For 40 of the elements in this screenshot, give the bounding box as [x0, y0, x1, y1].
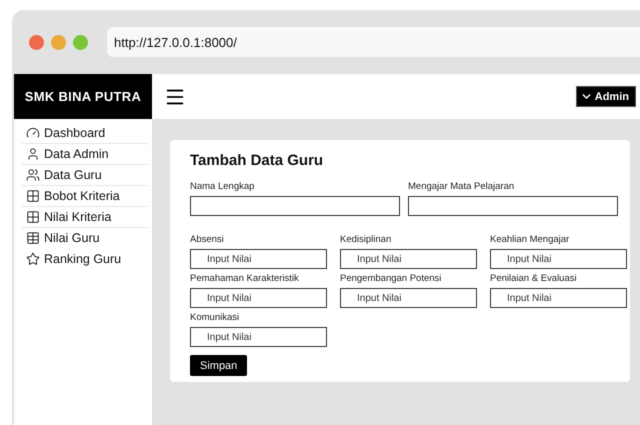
field-label: Nama Lengkap: [190, 181, 256, 192]
table-icon: [26, 231, 40, 245]
sidebar-item[interactable]: Ranking Guru: [22, 249, 148, 270]
input-field[interactable]: [190, 196, 400, 216]
field-label: Pemahaman Karakteristik: [190, 273, 300, 284]
input-field[interactable]: Input Nilai: [340, 249, 477, 269]
field-label: Mengajar Mata Pelajaran: [408, 181, 516, 192]
grid-icon: [26, 210, 40, 224]
field-label: Keahlian Mengajar: [490, 234, 570, 245]
field-label: Komunikasi: [190, 312, 240, 323]
grid-icon: [26, 189, 40, 203]
close-dot[interactable]: [29, 34, 44, 50]
input-field[interactable]: Input Nilai: [190, 327, 327, 347]
input-field[interactable]: Input Nilai: [490, 249, 627, 269]
input-field[interactable]: [408, 196, 618, 216]
admin-button[interactable]: Admin: [576, 86, 636, 107]
gauge-icon: [26, 126, 40, 140]
input-field[interactable]: Input Nilai: [190, 288, 327, 308]
maximize-dot[interactable]: [73, 34, 88, 50]
star-icon: [26, 252, 40, 266]
sidebar-item[interactable]: Bobot Kriteria: [22, 186, 148, 207]
form-title: Tambah Data Guru: [190, 152, 324, 169]
brand-title: SMK BINA PUTRA: [14, 74, 152, 119]
field-label: Pengembangan Potensi: [340, 273, 442, 284]
address-bar[interactable]: http://127.0.0.1:8000/: [107, 27, 640, 57]
input-field[interactable]: Input Nilai: [190, 249, 327, 269]
sidebar-item[interactable]: Dashboard: [22, 123, 148, 144]
sidebar-item[interactable]: Data Guru: [22, 165, 148, 186]
field-label: Kedisiplinan: [340, 234, 392, 245]
minimize-dot[interactable]: [51, 34, 66, 50]
user-icon: [26, 147, 40, 161]
users-icon: [26, 168, 40, 182]
input-field[interactable]: Input Nilai: [340, 288, 477, 308]
field-label: Absensi: [190, 234, 225, 245]
input-field[interactable]: Input Nilai: [490, 288, 627, 308]
sidebar-item[interactable]: Nilai Kriteria: [22, 207, 148, 228]
field-label: Penilaian & Evaluasi: [490, 273, 578, 284]
sidebar-item[interactable]: Data Admin: [22, 144, 148, 165]
sidebar-item[interactable]: Nilai Guru: [22, 228, 148, 249]
save-button[interactable]: Simpan: [190, 355, 248, 376]
